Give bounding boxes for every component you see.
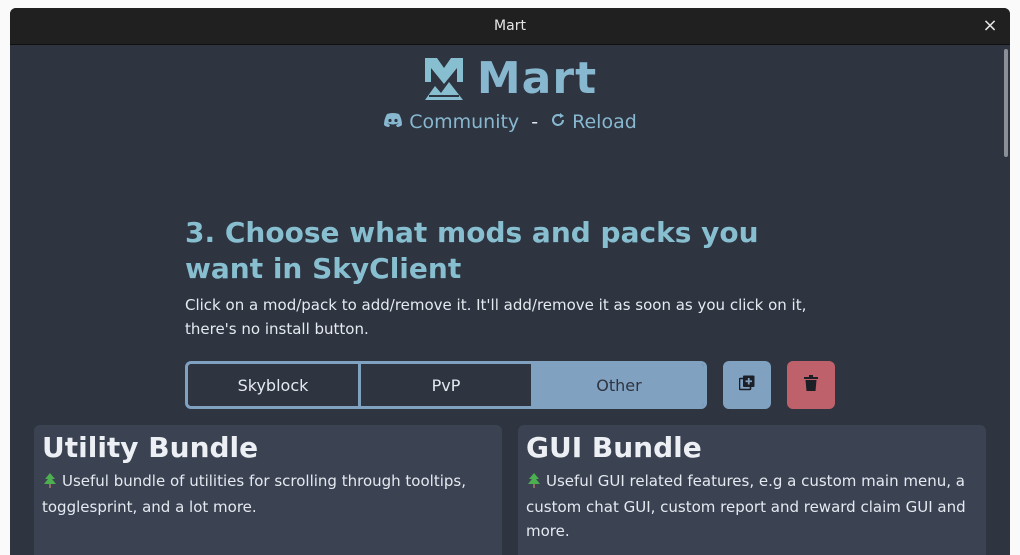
discord-icon	[383, 111, 403, 133]
step-heading: 3. Choose what mods and packs you want i…	[185, 216, 759, 285]
add-library-button[interactable]	[723, 361, 771, 409]
community-label: Community	[409, 111, 520, 133]
reload-link[interactable]: Reload	[550, 111, 637, 133]
card-gui-bundle[interactable]: GUI Bundle Useful GUI related features, …	[518, 425, 986, 555]
close-icon[interactable]: ×	[980, 16, 1000, 36]
trash-icon	[804, 375, 818, 395]
tab-other[interactable]: Other	[531, 364, 704, 406]
card-title: Utility Bundle	[42, 431, 259, 464]
step-section: 3. Choose what mods and packs you want i…	[185, 215, 845, 341]
reload-icon	[550, 111, 566, 133]
brand-name: Mart	[476, 53, 598, 104]
card-description: Useful bundle of utilities for scrolling…	[42, 472, 466, 516]
community-link[interactable]: Community	[383, 111, 519, 133]
brand-header: Mart	[10, 53, 1010, 113]
tab-skyblock[interactable]: Skyblock	[188, 364, 358, 406]
header-links: Community - Reload	[10, 111, 1010, 133]
category-tabs: Skyblock PvP Other	[185, 361, 707, 409]
delete-button[interactable]	[787, 361, 835, 409]
card-description: Useful GUI related features, e.g a custo…	[526, 472, 966, 540]
add-library-icon	[738, 375, 755, 395]
main-content[interactable]: Mart Community - Reload 3. Choose what m…	[10, 45, 1010, 555]
window-title: Mart	[494, 18, 526, 34]
reload-label: Reload	[572, 111, 637, 133]
app-window: Mart × Mart Community - Reload 3. Choose…	[10, 8, 1010, 555]
mart-logo-icon	[423, 56, 465, 102]
title-bar: Mart ×	[10, 8, 1010, 45]
tab-pvp[interactable]: PvP	[358, 364, 531, 406]
card-title: GUI Bundle	[526, 431, 702, 464]
card-utility-bundle[interactable]: Utility Bundle Useful bundle of utilitie…	[34, 425, 502, 555]
step-description: Click on a mod/pack to add/remove it. It…	[185, 296, 807, 338]
link-separator: -	[531, 111, 539, 133]
tree-icon	[42, 471, 58, 495]
tree-icon	[526, 471, 542, 495]
